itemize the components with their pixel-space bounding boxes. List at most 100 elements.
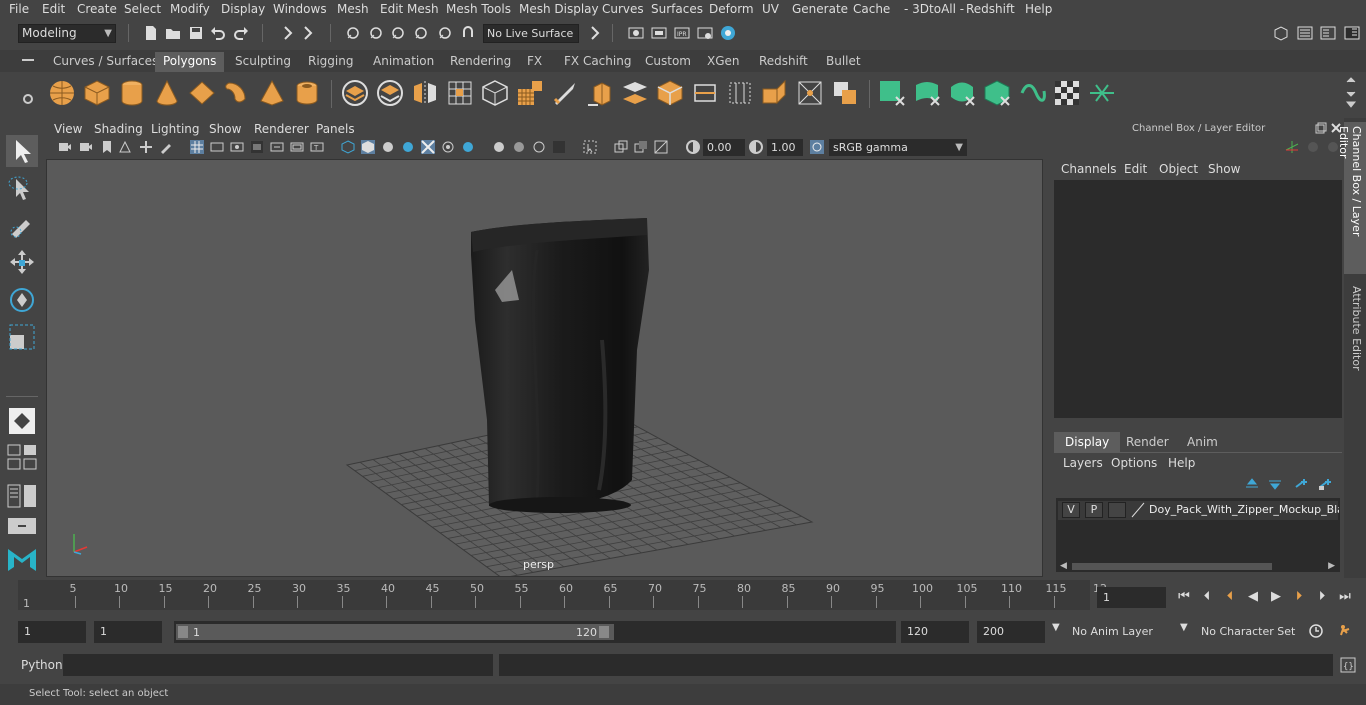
range-end-grip[interactable] <box>599 626 609 638</box>
redo-icon[interactable] <box>233 25 249 41</box>
command-language-label[interactable]: Python <box>21 658 63 672</box>
viewport-menu-lighting[interactable]: Lighting <box>151 122 200 136</box>
menu-3dtoall[interactable]: - 3DtoAll - <box>904 2 964 16</box>
layout-four-view-icon[interactable] <box>6 443 38 471</box>
layout-persp-icon[interactable] <box>6 516 38 536</box>
color-space-dropdown[interactable]: sRGB gamma ▼ <box>829 139 967 156</box>
grease-pencil-icon[interactable] <box>159 140 173 154</box>
open-scene-icon[interactable] <box>165 25 181 41</box>
undo-icon[interactable] <box>210 25 226 41</box>
2d-pan-zoom-icon[interactable] <box>139 140 153 154</box>
spherical-uv-icon[interactable] <box>948 79 976 107</box>
remesh-icon[interactable] <box>516 79 544 107</box>
hypershade-icon[interactable] <box>720 25 736 41</box>
scroll-right-icon[interactable]: ▶ <box>1328 561 1335 571</box>
live-surface-field[interactable]: No Live Surface <box>483 24 579 43</box>
snap-live-icon[interactable] <box>437 25 453 41</box>
xray-icon[interactable] <box>421 140 435 154</box>
step-back-frame-icon[interactable]: ⏴ <box>1199 589 1215 605</box>
rotate-tool-icon[interactable] <box>6 284 38 316</box>
color-management-icon[interactable] <box>810 140 824 154</box>
move-tool-icon[interactable] <box>6 247 38 279</box>
menu-windows[interactable]: Windows <box>273 2 327 16</box>
select-tool-icon[interactable] <box>6 135 38 167</box>
shelf-tab-rigging[interactable]: Rigging <box>300 52 361 72</box>
workspace-icon[interactable] <box>1273 25 1289 41</box>
textured-icon[interactable] <box>441 140 455 154</box>
last-tool-icon[interactable] <box>6 405 38 437</box>
tool-settings-toggle-icon[interactable] <box>1320 25 1336 41</box>
layout-side-view-icon[interactable] <box>6 481 38 511</box>
go-to-end-icon[interactable]: ⏭ <box>1337 589 1353 605</box>
menu-help[interactable]: Help <box>1025 2 1052 16</box>
viewport-menu-renderer[interactable]: Renderer <box>254 122 309 136</box>
poly-cube-icon[interactable] <box>83 79 111 107</box>
menu-redshift[interactable]: Redshift <box>966 2 1015 16</box>
viewport-menu-panels[interactable]: Panels <box>316 122 355 136</box>
automatic-uv-icon[interactable] <box>983 79 1011 107</box>
attribute-editor-toggle-icon[interactable] <box>1297 25 1313 41</box>
motion-blur-icon[interactable] <box>532 140 546 154</box>
arrow-right-icon[interactable] <box>300 25 316 41</box>
safe-action-icon[interactable] <box>290 140 304 154</box>
shelf-menu-icon[interactable] <box>20 54 36 66</box>
poly-plane-icon[interactable] <box>188 79 216 107</box>
layer-visibility-toggle[interactable]: V <box>1062 502 1080 518</box>
shelf-tab-bullet[interactable]: Bullet <box>818 52 869 72</box>
snap-grid-icon[interactable] <box>345 25 361 41</box>
manipulator-icon[interactable] <box>1285 140 1299 154</box>
playback-end-field[interactable]: 120 <box>901 621 969 643</box>
layer-scrollbar[interactable]: ◀ ▶ <box>1058 561 1338 572</box>
mirror-icon[interactable] <box>411 79 439 107</box>
shelf-tab-rendering[interactable]: Rendering <box>442 52 519 72</box>
shelf-tab-fx-caching[interactable]: FX Caching <box>556 52 639 72</box>
boolean-icon[interactable] <box>831 79 859 107</box>
multi-cut-icon[interactable] <box>551 79 579 107</box>
command-input[interactable] <box>63 654 493 676</box>
layer-tab-display[interactable]: Display <box>1054 432 1121 452</box>
lasso-tool-icon[interactable] <box>6 173 38 205</box>
exposure-field[interactable]: 0.00 <box>703 139 745 156</box>
arrow-right-icon[interactable] <box>280 25 296 41</box>
snap-view-plane-icon[interactable] <box>413 25 429 41</box>
viewport-menu-view[interactable]: View <box>54 122 82 136</box>
step-forward-frame-icon[interactable]: ⏵ <box>1314 589 1330 605</box>
shelf-tab-animation[interactable]: Animation <box>365 52 442 72</box>
append-to-polygon-icon[interactable] <box>691 79 719 107</box>
shelf-tab-curves-surfaces[interactable]: Curves / Surfaces <box>45 52 166 72</box>
shelf-scroll-icon[interactable] <box>1344 76 1358 110</box>
snap-curve-icon[interactable] <box>368 25 384 41</box>
smooth-icon[interactable] <box>446 79 474 107</box>
chevron-down-icon[interactable]: ▼ <box>1052 622 1060 633</box>
menu-mesh[interactable]: Mesh <box>337 2 369 16</box>
render-view-icon[interactable] <box>628 25 644 41</box>
xray-joints-icon[interactable] <box>614 140 628 154</box>
shelf-tab-custom[interactable]: Custom <box>637 52 699 72</box>
reduce-icon[interactable] <box>481 79 509 107</box>
channel-box-toggle-icon[interactable] <box>1344 25 1360 41</box>
arrow-right-icon[interactable] <box>587 25 603 41</box>
ambient-occlusion-icon[interactable] <box>512 140 526 154</box>
character-set-dropdown[interactable]: No Character Set <box>1195 621 1301 643</box>
channel-menu-object[interactable]: Object <box>1159 162 1198 176</box>
scrollbar-thumb[interactable] <box>1072 563 1272 570</box>
film-gate-icon[interactable] <box>210 140 224 154</box>
menu-select[interactable]: Select <box>124 2 161 16</box>
poly-pipe-icon[interactable] <box>293 79 321 107</box>
smooth-shade-icon[interactable] <box>361 140 375 154</box>
insert-edge-loop-icon[interactable] <box>726 79 754 107</box>
uv-distortion-icon[interactable] <box>1088 79 1116 107</box>
poly-pyramid-icon[interactable] <box>258 79 286 107</box>
current-frame-field[interactable]: 1 <box>1097 587 1166 608</box>
shelf-tab-sculpting[interactable]: Sculpting <box>227 52 299 72</box>
camera-select-icon[interactable] <box>58 140 72 154</box>
separate-icon[interactable] <box>376 79 404 107</box>
menu-deform[interactable]: Deform <box>709 2 754 16</box>
scroll-left-icon[interactable]: ◀ <box>1060 561 1067 571</box>
shelf-tab-fx[interactable]: FX <box>519 52 550 72</box>
image-plane-icon[interactable] <box>118 140 132 154</box>
scale-tool-icon[interactable] <box>6 321 38 353</box>
menu-surfaces[interactable]: Surfaces <box>651 2 703 16</box>
viewport-menu-shading[interactable]: Shading <box>94 122 143 136</box>
side-tab-attribute-editor[interactable]: Attribute Editor <box>1344 282 1366 378</box>
